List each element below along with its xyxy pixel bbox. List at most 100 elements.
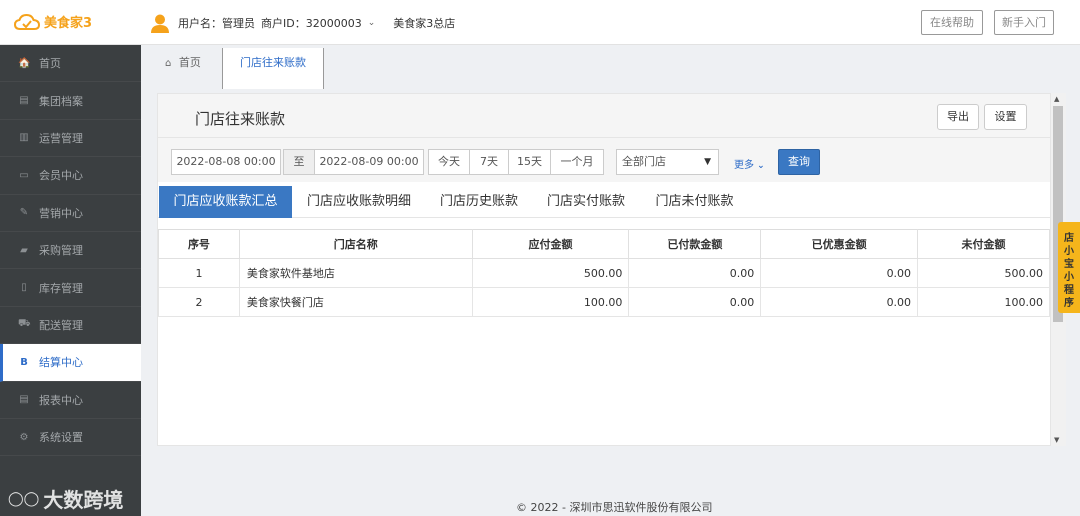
chevron-down-icon: ⌄ [754,161,765,171]
scroll-up-icon[interactable]: ▲ [1054,95,1059,103]
mini-program-tab[interactable]: 店小宝小程序 [1058,222,1080,313]
username-label: 用户名：管理员 [178,17,255,30]
quick-15days-button[interactable]: 15天 [508,149,551,175]
date-range-separator: 至 [283,149,315,175]
sidebar-item[interactable]: ✎ 营销中心 [0,195,141,232]
query-button[interactable]: 查询 [778,149,820,175]
payable-cell: 500.00 [471,258,630,288]
end-date-input[interactable]: 2022-08-09 00:00 [314,149,424,175]
sidebar-item-label: 库存管理 [39,281,83,295]
quick-7days-button[interactable]: 7天 [469,149,509,175]
payable-cell: 100.00 [471,287,630,317]
top-bar: 美食家3 用户名：管理员 商户ID：32000003 ⌄ 美食家3总店 在线帮助… [0,0,1080,45]
home-icon: 🏠 [18,57,31,69]
row-index: 2 [158,287,240,317]
online-help-button[interactable]: 在线帮助 [921,10,983,35]
sidebar-item-label: 集团档案 [39,94,83,108]
beginner-guide-button[interactable]: 新手入门 [994,10,1054,35]
mini-program-label: 店小宝小程序 [1064,233,1074,309]
merchant-id-label: 商户ID：32000003 [261,17,362,30]
app-name: 美食家3 [44,16,93,31]
id-card-icon: ▭ [19,169,29,181]
sidebar-item[interactable]: ▭ 会员中心 [0,157,141,195]
store-name: 美食家3总店 [393,17,456,30]
tab-paid-accounts[interactable]: 门店实付账款 [539,186,633,218]
store-name-cell: 美食家快餐门店 [238,287,473,317]
chevron-down-icon[interactable]: ⌄ [368,18,376,28]
unpaid-cell: 100.00 [917,287,1050,317]
export-button[interactable]: 导出 [937,104,979,130]
home-icon: ⌂ [165,58,172,69]
sidebar-item-label: 采购管理 [39,244,83,258]
sidebar-item-label: 报表中心 [39,393,83,407]
start-date-input[interactable]: 2022-08-08 00:00 [171,149,281,175]
tab-receivable-detail[interactable]: 门店应收账款明细 [299,186,419,218]
table-row[interactable]: 1 美食家软件基地店 500.00 0.00 0.00 500.00 [158,258,1050,288]
column-header[interactable]: 已优惠金额 [760,229,919,259]
more-filters-link[interactable]: 更多 ⌄ [734,156,765,171]
sidebar-item-label: 配送管理 [39,318,83,332]
user-info[interactable]: 用户名：管理员 商户ID：32000003 ⌄ 美食家3总店 [150,13,461,33]
tab-unpaid-accounts[interactable]: 门店未付账款 [647,186,742,218]
breadcrumb: ⌂ 首页 门店往来账款 [141,45,1080,89]
sidebar-item[interactable]: ▯ 库存管理 [0,269,141,307]
user-avatar-icon [151,14,169,33]
paid-cell: 0.00 [628,287,762,317]
report-tabs: 门店应收账款汇总 门店应收账款明细 门店历史账款 门店实付账款 门店未付账款 [158,186,1050,218]
breadcrumb-home[interactable]: ⌂ 首页 [165,54,201,70]
settings-button[interactable]: 设置 [984,104,1027,130]
bar-chart-icon: ▥ [19,132,29,144]
sidebar-item[interactable]: ▰ 采购管理 [0,232,141,270]
sidebar-item[interactable]: 🏠 首页 [0,45,141,83]
store-select-value: 全部门店 [622,155,666,168]
sidebar-item-label: 营销中心 [39,206,83,220]
sidebar-item-label: 会员中心 [39,169,83,183]
sidebar: 🏠 首页 ▤ 集团档案 ▥ 运营管理 ▭ 会员中心 ✎ 营销中心 ▰ 采购管理 ▯ 库存管理 ⛟ 配送管理 B 结… [0,45,141,516]
sidebar-item-label: 首页 [39,57,61,71]
table-row[interactable]: 2 美食家快餐门店 100.00 0.00 0.00 100.00 [158,287,1050,317]
filter-bar: 2022-08-08 00:00 至 2022-08-09 00:00 今天 7… [158,138,1050,182]
watermark: ◯◯ 大数跨境 [8,484,123,513]
table-header-row: 序号 门店名称 应付金额 已付款金额 已优惠金额 未付金额 [158,229,1050,259]
caret-down-icon: ▼ [704,157,711,167]
footer-copyright: © 2022 - 深圳市思迅软件股份有限公司 [516,501,713,514]
column-header[interactable]: 序号 [158,229,240,259]
column-header[interactable]: 未付金额 [917,229,1050,259]
cogs-icon: ⚙ [19,431,29,443]
tab-receivable-summary[interactable]: 门店应收账款汇总 [159,186,292,218]
building-icon: ▯ [21,282,27,294]
sidebar-item[interactable]: ⚙ 系统设置 [0,419,141,457]
scroll-down-icon[interactable]: ▼ [1054,436,1059,444]
column-header[interactable]: 应付金额 [471,229,630,259]
edit-icon: ✎ [19,207,29,219]
tab-store-accounts[interactable]: 门店往来账款 [222,48,324,89]
row-index: 1 [158,258,240,288]
quick-month-button[interactable]: 一个月 [550,149,604,175]
column-header[interactable]: 已付款金额 [628,229,762,259]
sidebar-item[interactable]: ▤ 报表中心 [0,382,141,419]
quick-today-button[interactable]: 今天 [428,149,470,175]
store-select[interactable]: 全部门店 ▼ [616,149,719,175]
bitcoin-icon: B [20,356,28,368]
sidebar-item[interactable]: B 结算中心 [0,344,141,382]
file-icon: ▤ [19,95,29,107]
sidebar-item-label: 运营管理 [39,131,83,145]
accounts-table: 序号 门店名称 应付金额 已付款金额 已优惠金额 未付金额 1 美食家软件基地店… [158,229,1050,317]
book-icon: ▰ [20,244,28,256]
cloud-logo-icon [14,13,40,30]
watermark-text: 大数跨境 [43,488,124,512]
watermark-logo-icon: ◯◯ [8,490,40,507]
panel-header: 门店往来账款 导出 设置 [158,94,1050,138]
sidebar-item[interactable]: ▤ 集团档案 [0,82,141,120]
truck-icon: ⛟ [18,318,31,330]
app-logo[interactable]: 美食家3 [14,12,92,31]
main-panel: 门店往来账款 导出 设置 2022-08-08 00:00 至 2022-08-… [157,93,1051,446]
paid-cell: 0.00 [628,258,762,288]
sidebar-item[interactable]: ▥ 运营管理 [0,120,141,158]
store-name-cell: 美食家软件基地店 [238,258,473,288]
column-header[interactable]: 门店名称 [238,229,473,259]
tab-history-accounts[interactable]: 门店历史账款 [432,186,526,218]
sidebar-item[interactable]: ⛟ 配送管理 [0,307,141,345]
more-label: 更多 [734,160,754,171]
discount-cell: 0.00 [760,258,919,288]
